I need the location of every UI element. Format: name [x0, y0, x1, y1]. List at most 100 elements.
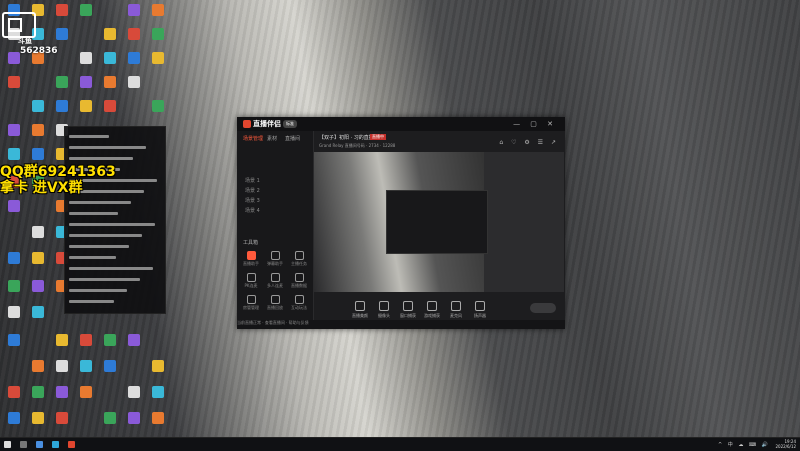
desktop-shortcut-icon[interactable] — [8, 148, 20, 160]
scene-item[interactable]: 场景 2 — [245, 187, 260, 194]
desktop-shortcut-icon[interactable] — [32, 280, 44, 292]
tool-live-assistant[interactable]: 直播助手 — [239, 251, 263, 267]
tool-interact[interactable]: 互动玩法 — [287, 295, 311, 311]
desktop-shortcut-icon[interactable] — [32, 100, 44, 112]
stream-preview[interactable] — [314, 152, 564, 292]
tool-admin[interactable]: 房管管理 — [239, 295, 263, 311]
app-footer: 当前直播正常 · 查看直播间 · 帮助与反馈 — [237, 320, 565, 329]
desktop-shortcut-icon[interactable] — [104, 334, 116, 346]
search-icon[interactable] — [20, 441, 27, 448]
desktop-shortcut-icon[interactable] — [128, 28, 140, 40]
tool-icon — [246, 273, 256, 282]
desktop-shortcut-icon[interactable] — [8, 306, 20, 318]
desktop-shortcut-icon[interactable] — [32, 386, 44, 398]
desktop-shortcut-icon[interactable] — [32, 306, 44, 318]
desktop-shortcut-icon[interactable] — [32, 412, 44, 424]
desktop-shortcut-icon[interactable] — [56, 386, 68, 398]
desktop-shortcut-icon[interactable] — [152, 412, 164, 424]
desktop-shortcut-icon[interactable] — [32, 226, 44, 238]
chat-panel[interactable] — [64, 126, 166, 314]
desktop-shortcut-icon[interactable] — [32, 360, 44, 372]
desktop-shortcut-icon[interactable] — [56, 100, 68, 112]
desktop-shortcut-icon[interactable] — [8, 200, 20, 212]
tool-multi[interactable]: 多人连麦 — [263, 273, 287, 289]
chat-message — [69, 267, 153, 270]
tool-pk[interactable]: PK连麦 — [239, 273, 263, 289]
desktop-shortcut-icon[interactable] — [128, 334, 140, 346]
tab-room[interactable]: 直播间 — [285, 135, 300, 142]
desktop-shortcut-icon[interactable] — [128, 52, 140, 64]
header-action-icons[interactable]: ⌂ ♡ ⚙ ☰ ↗ — [499, 139, 559, 146]
desktop-shortcut-icon[interactable] — [104, 52, 116, 64]
desktop-shortcut-icon[interactable] — [56, 76, 68, 88]
desktop-shortcut-icon[interactable] — [104, 28, 116, 40]
app-badge[interactable]: 标准 — [283, 120, 297, 128]
start-icon[interactable] — [4, 441, 11, 448]
stream-title: 【双子】初阳 · 习的直播 — [319, 135, 374, 141]
desktop-shortcut-icon[interactable] — [80, 52, 92, 64]
desktop-shortcut-icon[interactable] — [56, 334, 68, 346]
desktop-shortcut-icon[interactable] — [8, 412, 20, 424]
chat-message — [69, 146, 146, 149]
desktop-shortcut-icon[interactable] — [32, 124, 44, 136]
app-taskbar-icon[interactable] — [68, 441, 75, 448]
chat-message — [69, 245, 129, 248]
desktop-shortcut-icon[interactable] — [56, 412, 68, 424]
desktop-shortcut-icon[interactable] — [8, 280, 20, 292]
tab-scenes[interactable]: 场景管理 — [243, 135, 263, 142]
desktop-shortcut-icon[interactable] — [152, 100, 164, 112]
desktop-shortcut-icon[interactable] — [80, 386, 92, 398]
desktop-shortcut-icon[interactable] — [80, 4, 92, 16]
tool-replay[interactable]: 直播回放 — [263, 295, 287, 311]
window-capture-button[interactable]: 窗口捕获 — [398, 301, 418, 319]
desktop-shortcut-icon[interactable] — [80, 360, 92, 372]
desktop-shortcut-icon[interactable] — [104, 100, 116, 112]
tool-data[interactable]: 直播数据 — [287, 273, 311, 289]
go-live-button[interactable] — [530, 303, 556, 313]
scene-item[interactable]: 场景 4 — [245, 207, 260, 214]
system-tray[interactable]: ^ 中 ☁ ⌨ 🔊 — [718, 441, 770, 448]
desktop-shortcut-icon[interactable] — [104, 412, 116, 424]
desktop-shortcut-icon[interactable] — [152, 386, 164, 398]
mic-button[interactable]: 麦克风 — [446, 301, 466, 319]
desktop-shortcut-icon[interactable] — [80, 334, 92, 346]
clock[interactable]: 19:24 2022/6/12 — [775, 439, 796, 449]
app-titlebar[interactable]: 直播伴侣 标准 — ▢ ✕ — [237, 117, 565, 131]
desktop-shortcut-icon[interactable] — [8, 76, 20, 88]
speaker-button[interactable]: 扬声器 — [470, 301, 490, 319]
desktop-shortcut-icon[interactable] — [128, 386, 140, 398]
desktop-shortcut-icon[interactable] — [152, 4, 164, 16]
desktop-shortcut-icon[interactable] — [80, 76, 92, 88]
desktop-shortcut-icon[interactable] — [104, 76, 116, 88]
tool-tasks[interactable]: 主播任务 — [287, 251, 311, 267]
desktop-shortcut-icon[interactable] — [128, 4, 140, 16]
desktop-shortcut-icon[interactable] — [8, 386, 20, 398]
streaming-app-window[interactable]: 直播伴侣 标准 — ▢ ✕ 【双子】初阳 · 习的直播 直播中 Grand Re… — [237, 117, 565, 329]
desktop-shortcut-icon[interactable] — [128, 412, 140, 424]
desktop-shortcut-icon[interactable] — [152, 28, 164, 40]
chat-message — [69, 157, 133, 160]
desktop-shortcut-icon[interactable] — [8, 334, 20, 346]
scene-item[interactable]: 场景 1 — [245, 177, 260, 184]
desktop-shortcut-icon[interactable] — [152, 360, 164, 372]
camera-button[interactable]: 摄像头 — [374, 301, 394, 319]
desktop-shortcut-icon[interactable] — [104, 360, 116, 372]
desktop-shortcut-icon[interactable] — [32, 148, 44, 160]
game-capture-button[interactable]: 游戏捕获 — [422, 301, 442, 319]
window-controls[interactable]: — ▢ ✕ — [513, 120, 557, 128]
explorer-icon[interactable] — [52, 441, 59, 448]
desktop-shortcut-icon[interactable] — [80, 100, 92, 112]
tab-assets[interactable]: 素材 — [267, 135, 277, 142]
desktop-shortcut-icon[interactable] — [8, 252, 20, 264]
scene-item[interactable]: 场景 3 — [245, 197, 260, 204]
beauty-icon — [355, 301, 365, 311]
browser-icon[interactable] — [36, 441, 43, 448]
desktop-shortcut-icon[interactable] — [128, 76, 140, 88]
beauty-button[interactable]: 直播美颜 — [350, 301, 370, 319]
tool-danmaku[interactable]: 弹幕助手 — [263, 251, 287, 267]
desktop-shortcut-icon[interactable] — [56, 360, 68, 372]
desktop-shortcut-icon[interactable] — [8, 124, 20, 136]
desktop-shortcut-icon[interactable] — [32, 252, 44, 264]
desktop-shortcut-icon[interactable] — [152, 52, 164, 64]
live-status-badge: 直播中 — [370, 134, 386, 140]
